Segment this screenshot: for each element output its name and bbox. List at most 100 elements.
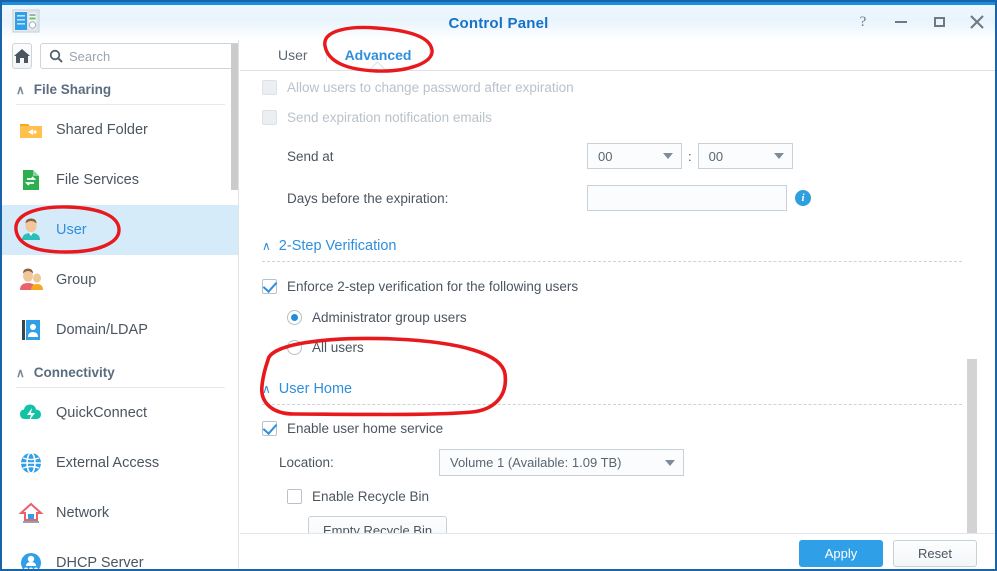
sidebar-item-label: Network bbox=[56, 505, 110, 521]
shared-folder-icon bbox=[18, 117, 44, 143]
reset-button[interactable]: Reset bbox=[893, 540, 977, 567]
sidebar-group-connectivity[interactable]: ∧ Connectivity bbox=[2, 355, 238, 387]
apply-button[interactable]: Apply bbox=[799, 540, 883, 567]
sidebar-item-label: Domain/LDAP bbox=[56, 322, 148, 338]
sidebar-item-label: DHCP Server bbox=[56, 555, 144, 571]
search-icon bbox=[49, 49, 63, 63]
chevron-up-icon: ∧ bbox=[16, 365, 25, 380]
home-button[interactable] bbox=[12, 43, 32, 69]
domain-ldap-icon bbox=[18, 317, 44, 343]
days-before-expiration-label: Days before the expiration: bbox=[287, 190, 449, 206]
sidebar-item-label: User bbox=[56, 222, 87, 238]
send-expiration-emails-label: Send expiration notification emails bbox=[287, 110, 492, 125]
tab-user[interactable]: User bbox=[260, 43, 326, 70]
search-box[interactable] bbox=[40, 43, 238, 69]
sidebar-item-domain-ldap[interactable]: Domain/LDAP bbox=[2, 305, 238, 355]
section-title: 2-Step Verification bbox=[278, 238, 397, 254]
dhcp-server-icon bbox=[18, 550, 44, 569]
send-at-label: Send at bbox=[287, 148, 334, 164]
minimize-button[interactable] bbox=[891, 11, 911, 33]
enable-recycle-bin-row[interactable]: Enable Recycle Bin bbox=[287, 489, 962, 504]
tab-advanced[interactable]: Advanced bbox=[327, 43, 430, 70]
main-panel: User Advanced Allow users to change pass… bbox=[240, 40, 995, 569]
search-input[interactable] bbox=[69, 48, 238, 64]
sidebar-item-user[interactable]: User bbox=[2, 205, 238, 255]
tab-separator bbox=[429, 46, 431, 62]
content-scrollbar-thumb[interactable] bbox=[967, 359, 977, 533]
enforce-2sv-row[interactable]: Enforce 2-step verification for the foll… bbox=[262, 279, 962, 294]
all-users-radio[interactable] bbox=[287, 340, 302, 355]
chevron-down-icon bbox=[773, 153, 784, 159]
sidebar-group-file-sharing[interactable]: ∧ File Sharing bbox=[2, 72, 238, 104]
admin-group-users-radio[interactable] bbox=[287, 310, 302, 325]
sidebar-item-dhcp-server[interactable]: DHCP Server bbox=[2, 538, 238, 571]
close-button[interactable] bbox=[967, 11, 987, 33]
footer-actions: Apply Reset bbox=[799, 540, 977, 567]
empty-recycle-bin-button[interactable]: Empty Recycle Bin bbox=[308, 516, 448, 533]
days-before-expiration-input[interactable] bbox=[587, 185, 787, 211]
window-controls: ? bbox=[853, 11, 987, 33]
sidebar-item-external-access[interactable]: External Access bbox=[2, 438, 238, 488]
send-at-hour-select[interactable]: 00 bbox=[587, 143, 682, 169]
send-expiration-emails-checkbox bbox=[262, 110, 277, 125]
enforce-2sv-checkbox[interactable] bbox=[262, 279, 277, 294]
sidebar-group-label: Connectivity bbox=[33, 365, 115, 380]
time-separator: : bbox=[688, 148, 692, 164]
sidebar-toolbar bbox=[2, 40, 238, 72]
all-users-row[interactable]: All users bbox=[287, 340, 962, 355]
user-home-location-select[interactable]: Volume 1 (Available: 1.09 TB) bbox=[439, 449, 684, 476]
sidebar-scrollbar-thumb[interactable] bbox=[231, 44, 238, 190]
enable-user-home-checkbox[interactable] bbox=[262, 421, 277, 436]
chevron-up-icon: ∧ bbox=[262, 239, 271, 253]
section-divider bbox=[262, 404, 962, 405]
sidebar-scroll-area: ∧ File Sharing Shared Folder File Servic… bbox=[2, 72, 238, 571]
allow-change-password-row[interactable]: Allow users to change password after exp… bbox=[262, 80, 995, 95]
empty-recycle-bin-wrap: Empty Recycle Bin bbox=[308, 516, 962, 533]
sidebar-item-label: Shared Folder bbox=[56, 122, 148, 138]
send-at-hour-value: 00 bbox=[598, 148, 613, 164]
sidebar-item-group[interactable]: Group bbox=[2, 255, 238, 305]
user-home-header[interactable]: ∧ User Home bbox=[262, 381, 962, 397]
control-panel-window: Control Panel ? Search ∧ File Sharing Sh… bbox=[0, 0, 997, 571]
enable-recycle-bin-label: Enable Recycle Bin bbox=[312, 489, 430, 504]
enable-user-home-row[interactable]: Enable user home service bbox=[262, 421, 962, 436]
sidebar-item-quickconnect[interactable]: QuickConnect bbox=[2, 388, 238, 438]
user-home-location-row: Location: Volume 1 (Available: 1.09 TB) bbox=[262, 449, 962, 476]
group-icon bbox=[18, 267, 44, 293]
sidebar-group-label: File Sharing bbox=[33, 82, 112, 97]
two-step-verification-header[interactable]: ∧ 2-Step Verification bbox=[262, 238, 962, 254]
sidebar-item-network[interactable]: Network bbox=[2, 488, 238, 538]
file-services-icon bbox=[18, 167, 44, 193]
external-access-icon bbox=[18, 450, 44, 476]
info-icon[interactable]: i bbox=[795, 190, 811, 206]
tab-bar: User Advanced bbox=[240, 40, 995, 71]
maximize-button[interactable] bbox=[929, 11, 949, 33]
two-step-verification-section: ∧ 2-Step Verification Enforce 2-step ver… bbox=[262, 238, 962, 355]
chevron-down-icon bbox=[663, 153, 673, 159]
send-at-row: Send at 00 : 00 bbox=[262, 143, 995, 169]
home-icon bbox=[14, 49, 30, 63]
sidebar-item-label: Group bbox=[56, 272, 97, 288]
send-expiration-emails-row[interactable]: Send expiration notification emails bbox=[262, 110, 995, 125]
allow-change-password-label: Allow users to change password after exp… bbox=[287, 80, 574, 95]
settings-content: Allow users to change password after exp… bbox=[240, 71, 995, 533]
title-bar: Control Panel ? bbox=[2, 2, 995, 40]
chevron-up-icon: ∧ bbox=[262, 382, 271, 396]
days-before-expiration-row: Days before the expiration: i bbox=[262, 185, 995, 211]
allow-change-password-checkbox bbox=[262, 80, 277, 95]
enforce-2sv-label: Enforce 2-step verification for the foll… bbox=[287, 279, 579, 294]
sidebar-item-file-services[interactable]: File Services bbox=[2, 155, 238, 205]
send-at-minute-select[interactable]: 00 bbox=[697, 143, 793, 169]
all-users-label: All users bbox=[312, 340, 364, 355]
user-home-location-value: Volume 1 (Available: 1.09 TB) bbox=[450, 455, 622, 470]
panel-footer: Apply Reset bbox=[240, 533, 995, 569]
enable-recycle-bin-checkbox[interactable] bbox=[287, 489, 302, 504]
admin-group-users-row[interactable]: Administrator group users bbox=[287, 310, 962, 325]
section-divider bbox=[262, 261, 962, 262]
sidebar-item-shared-folder[interactable]: Shared Folder bbox=[2, 105, 238, 155]
sidebar-item-label: QuickConnect bbox=[56, 405, 148, 421]
help-button[interactable]: ? bbox=[853, 11, 873, 33]
chevron-up-icon: ∧ bbox=[16, 82, 25, 97]
network-icon bbox=[18, 500, 44, 526]
admin-group-users-label: Administrator group users bbox=[312, 310, 467, 325]
